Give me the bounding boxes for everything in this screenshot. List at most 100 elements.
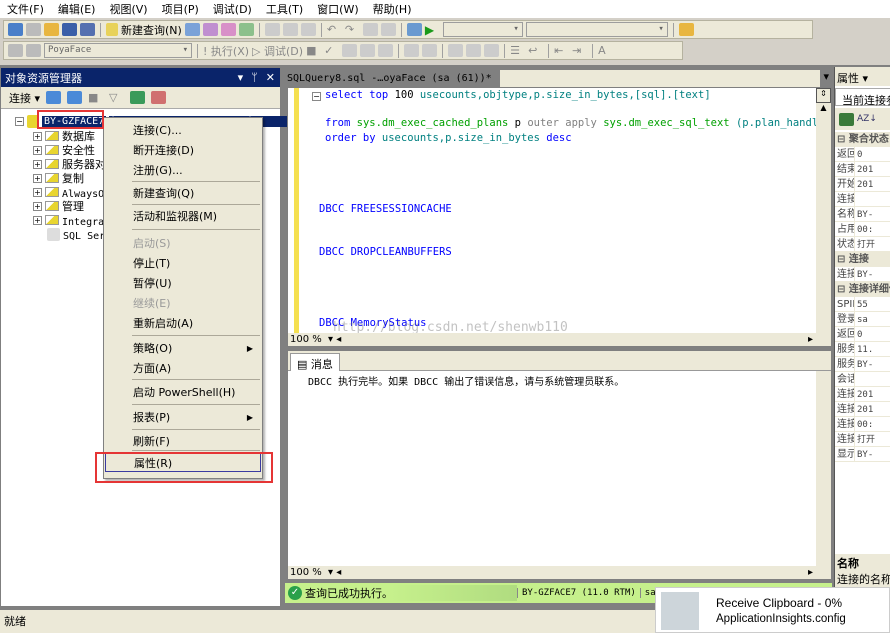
expand-icon[interactable]: + [33, 215, 42, 225]
context-menu-item[interactable]: 报表(P) ▶ [105, 408, 261, 427]
context-menu-item[interactable]: 连接(C)... [105, 121, 261, 140]
collapse-icon[interactable]: − [312, 92, 321, 101]
scroll-up-icon[interactable]: ▲ [816, 103, 831, 117]
menu-view[interactable]: 视图(V) [102, 1, 154, 17]
menu-tools[interactable]: 工具(T) [259, 1, 310, 17]
menu-debug[interactable]: 调试(D) [206, 1, 259, 17]
undo-icon[interactable]: ↶ [327, 23, 342, 36]
menu-file[interactable]: 文件(F) [0, 1, 51, 17]
navigate-back-icon[interactable] [362, 23, 378, 36]
close-icon[interactable]: ✕ [266, 71, 275, 84]
display-plan-icon[interactable] [342, 44, 358, 57]
execute-button[interactable]: ! 执行(X) [203, 43, 249, 59]
results-vscroll[interactable] [816, 371, 831, 566]
tree-node-security[interactable]: + 安全性 [33, 143, 95, 157]
results-grid-icon[interactable] [466, 44, 482, 57]
decrease-indent-icon[interactable]: ⇤ [554, 44, 569, 57]
property-row[interactable]: 连接打开 [835, 432, 890, 447]
tree-node-management[interactable]: + 管理 [33, 199, 84, 213]
collapse-icon[interactable]: ⊟ [837, 254, 845, 265]
context-menu-item[interactable]: 启动 PowerShell(H) [105, 383, 261, 402]
new-query-button[interactable]: 新建查询(N) [121, 22, 182, 38]
navigate-forward-icon[interactable] [380, 23, 396, 36]
editor-zoom[interactable]: 100 % [288, 334, 328, 345]
collapse-icon[interactable]: ⊟ [837, 134, 845, 145]
property-row[interactable]: 服务BY- [835, 357, 890, 372]
context-menu-item[interactable]: 重新启动(A) [105, 314, 261, 333]
context-menu-item[interactable]: 策略(O) ▶ [105, 339, 261, 358]
property-category[interactable]: ⊟ 连接详细信息 [835, 282, 890, 297]
scroll-right-icon[interactable]: ▸ [808, 334, 831, 345]
solution-config-dropdown[interactable] [442, 22, 523, 37]
stop-icon[interactable]: ■ [88, 91, 103, 104]
summary-icon[interactable] [151, 91, 167, 104]
expand-icon[interactable]: + [33, 187, 42, 197]
stop-icon[interactable]: ■ [306, 44, 321, 57]
open-file-icon[interactable] [44, 23, 59, 36]
sql-editor[interactable]: − select top 100 usecounts,objtype,p.siz… [287, 87, 832, 347]
db-engine-query-icon[interactable] [184, 23, 200, 36]
context-menu-item[interactable]: 方面(A) [105, 359, 261, 378]
xmla-query-icon[interactable] [238, 23, 254, 36]
menu-project[interactable]: 项目(P) [155, 1, 206, 17]
property-row[interactable]: 连接201 [835, 402, 890, 417]
increase-indent-icon[interactable]: ⇥ [572, 44, 587, 57]
save-all-icon[interactable] [80, 23, 95, 36]
client-stats-icon[interactable] [422, 44, 438, 57]
dropdown-icon[interactable]: ▾ [238, 71, 244, 84]
save-icon[interactable] [62, 23, 77, 36]
tab-messages[interactable]: ▤ 消息 [290, 353, 340, 371]
property-row[interactable]: 显示BY- [835, 447, 890, 462]
expand-icon[interactable]: + [33, 201, 42, 211]
add-item-icon[interactable] [26, 23, 41, 36]
zoom-dropdown-icon[interactable]: ▾ ◂ [328, 334, 341, 345]
include-plan-icon[interactable] [404, 44, 420, 57]
tab-sqlquery8[interactable]: SQLQuery8.sql -…oyaFace (sa (61))* [285, 70, 500, 87]
results-file-icon[interactable] [484, 44, 500, 57]
comment-icon[interactable]: ☰ [510, 44, 525, 57]
redo-icon[interactable]: ↷ [345, 23, 360, 36]
property-row[interactable]: 连接00: [835, 417, 890, 432]
context-menu-item[interactable]: 活动和监视器(M) [105, 207, 261, 226]
object-explorer-icon[interactable] [678, 23, 694, 36]
dmx-query-icon[interactable] [220, 23, 236, 36]
debug-button[interactable]: ▷ 调试(D) [252, 43, 303, 59]
expand-icon[interactable]: + [33, 173, 42, 183]
notification-toast[interactable]: Receive Clipboard - 0% ApplicationInsigh… [655, 587, 890, 633]
property-row[interactable]: 名称BY- [835, 207, 890, 222]
cut-icon[interactable] [264, 23, 280, 36]
vertical-scrollbar[interactable]: ⇕ ▲ [816, 88, 831, 333]
property-row[interactable]: 占用00: [835, 222, 890, 237]
property-row[interactable]: 返回0 [835, 147, 890, 162]
menu-edit[interactable]: 编辑(E) [51, 1, 103, 17]
dropdown-icon[interactable]: ▾ [863, 72, 869, 85]
zoom-dropdown-icon[interactable]: ▾ ◂ [328, 567, 341, 578]
connect-icon[interactable] [8, 44, 23, 57]
property-category[interactable]: ⊟ 连接 [835, 252, 890, 267]
context-menu-item[interactable]: 注册(G)... [105, 161, 261, 180]
tree-node-replication[interactable]: + 复制 [33, 171, 84, 185]
property-row[interactable]: 连接 [835, 192, 890, 207]
database-dropdown[interactable]: PoyaFace [44, 43, 192, 58]
property-row[interactable]: 连接201 [835, 387, 890, 402]
properties-object-selector[interactable]: 当前连接参数 [835, 88, 890, 107]
context-menu-item[interactable]: 刷新(F) [105, 432, 261, 451]
start-icon[interactable]: ▶ [425, 23, 440, 37]
paste-icon[interactable] [300, 23, 316, 36]
mdx-query-icon[interactable] [202, 23, 218, 36]
expand-icon[interactable]: + [33, 131, 42, 141]
scroll-right-icon[interactable]: ▸ [808, 567, 831, 578]
context-menu-item[interactable]: 停止(T) [105, 254, 261, 273]
property-row[interactable]: 连接BY- [835, 267, 890, 282]
connect-server-icon[interactable] [46, 91, 62, 104]
new-project-icon[interactable] [8, 23, 23, 36]
menu-help[interactable]: 帮助(H) [366, 1, 419, 17]
property-row[interactable]: 会话 [835, 372, 890, 387]
menu-window[interactable]: 窗口(W) [310, 1, 365, 17]
alphabetical-icon[interactable]: AZ↓ [857, 114, 877, 124]
results-text-icon[interactable] [448, 44, 464, 57]
refresh-icon[interactable] [130, 91, 146, 104]
pin-icon[interactable]: ᛘ [251, 71, 258, 84]
results-zoom[interactable]: 100 % [288, 567, 328, 578]
activity-monitor-icon[interactable] [406, 23, 422, 36]
